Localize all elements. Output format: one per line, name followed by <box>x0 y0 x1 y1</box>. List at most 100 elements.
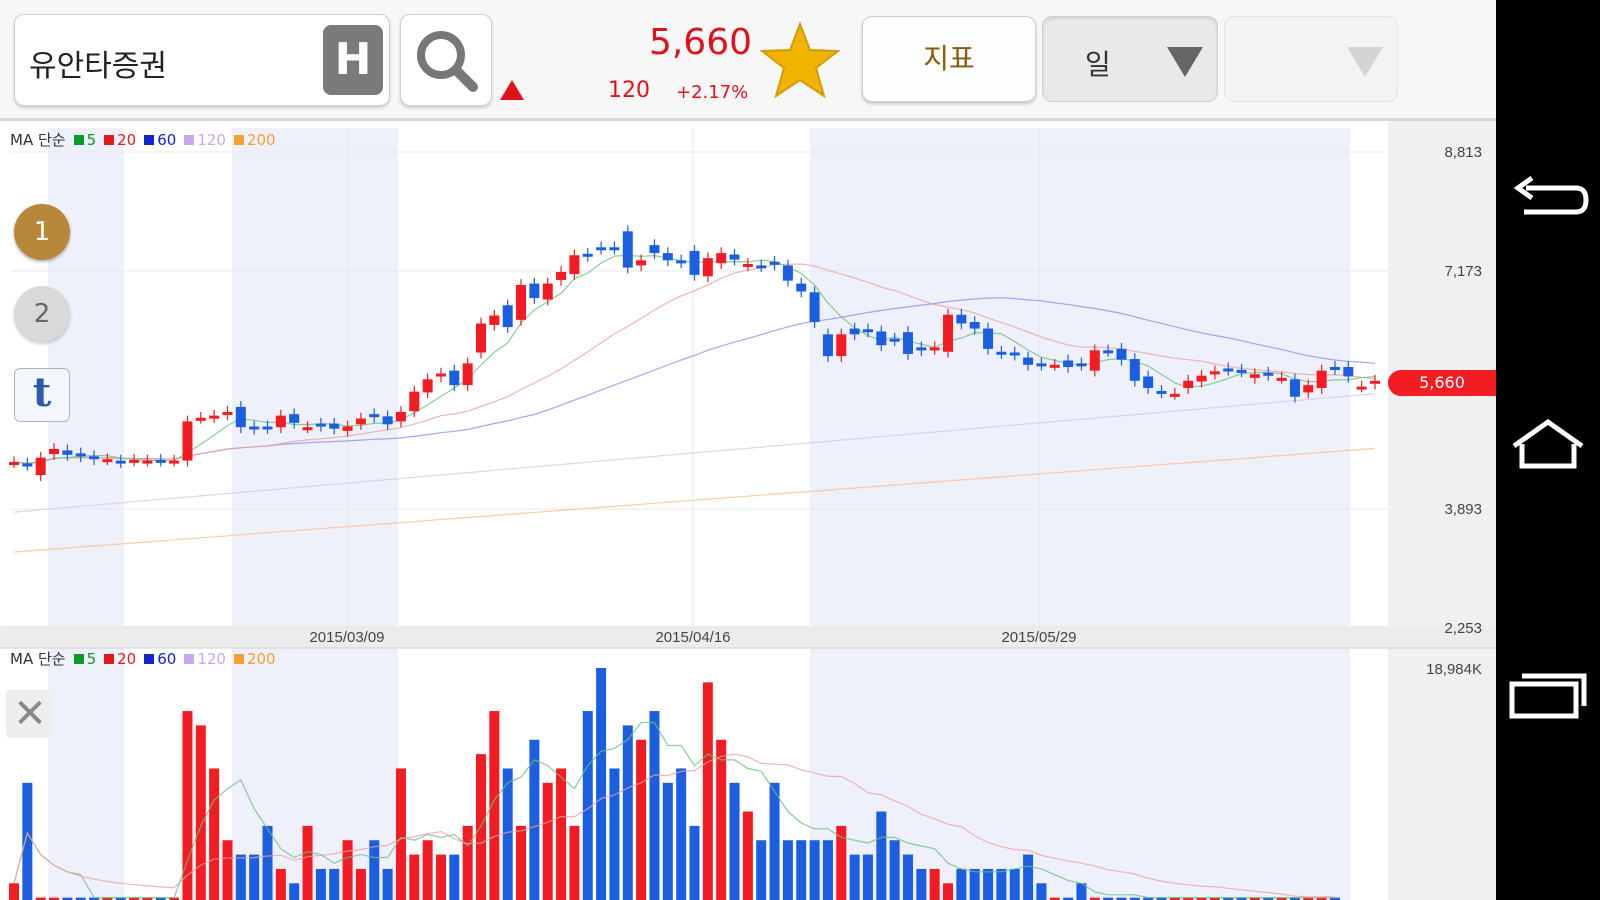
volume-bar <box>1036 883 1047 900</box>
volume-bar <box>729 782 740 900</box>
candle-body <box>1129 359 1140 381</box>
candle-body <box>596 247 607 251</box>
back-icon[interactable] <box>1506 168 1590 238</box>
layout-1-button[interactable]: 1 <box>14 204 70 260</box>
y-tick-label: 2,253 <box>1444 620 1482 637</box>
volume-bar <box>702 682 713 900</box>
candle-body <box>222 411 233 415</box>
volume-max-label: 18,984K <box>1426 661 1482 678</box>
legend-ma-60: 60 <box>157 131 177 149</box>
volume-bar <box>542 782 553 900</box>
legend-ma-60: 60 <box>157 650 177 668</box>
volume-bar <box>822 840 833 900</box>
layout-2-button[interactable]: 2 <box>14 286 70 342</box>
volume-bar <box>569 825 580 900</box>
price-change-percent: +2.17% <box>676 82 749 103</box>
candle-body <box>102 459 113 463</box>
candle-body <box>249 426 260 430</box>
legend-ma-5: 5 <box>86 650 97 668</box>
candle-body <box>502 305 513 328</box>
volume-bar <box>862 854 873 900</box>
volume-bar <box>209 768 220 900</box>
volume-bar <box>435 854 446 900</box>
candle-body <box>649 245 660 254</box>
volume-bar <box>676 768 687 900</box>
candle-body <box>489 315 500 325</box>
candle-body <box>35 457 46 476</box>
close-volume-panel-button[interactable]: ✕ <box>6 690 54 738</box>
legend-swatch <box>73 135 84 145</box>
stock-chart[interactable]: 8,813 7,173 3,893 2,253 2015/03/09 2015/04/16… <box>0 121 1496 900</box>
candle-body <box>1036 363 1047 367</box>
candle-body <box>822 334 833 357</box>
legend-ma-label: MA 단순 <box>10 131 66 149</box>
candle-body <box>1223 368 1234 372</box>
volume-bar <box>195 725 206 900</box>
candle-body <box>449 370 460 386</box>
volume-bar <box>222 840 233 900</box>
candle-body <box>1370 380 1380 384</box>
volume-bar <box>689 825 700 900</box>
volume-bar <box>395 768 406 900</box>
app-window: 유안타증권 H 5,660 120 +2.17% 지표 일 8,813 7,173… <box>0 0 1496 900</box>
y-tick-label: 7,173 <box>1444 263 1482 280</box>
volume-bar <box>289 883 300 900</box>
price-ma-legend: MA 단순 5 20 60 120 200 <box>10 129 276 150</box>
candle-body <box>9 462 19 466</box>
candle-body <box>529 283 540 299</box>
volume-bar <box>756 840 767 900</box>
volume-bar <box>622 725 633 900</box>
candle-body <box>195 417 206 421</box>
candle-body <box>129 459 140 463</box>
volume-bar <box>9 883 19 900</box>
legend-swatch <box>184 654 195 664</box>
twitter-share-button[interactable]: t <box>14 368 70 422</box>
volume-bar <box>809 840 820 900</box>
candle-body <box>1023 357 1034 365</box>
volume-bar <box>355 868 366 900</box>
candle-body <box>1089 350 1100 371</box>
candle-body <box>622 231 633 268</box>
candle-body <box>929 347 940 351</box>
legend-swatch <box>233 654 244 664</box>
recent-apps-icon[interactable] <box>1506 660 1590 730</box>
candle-body <box>1143 376 1154 389</box>
stock-search-box[interactable]: 유안타증권 H <box>14 14 390 106</box>
history-button[interactable]: H <box>323 25 383 95</box>
candle-body <box>462 363 473 386</box>
legend-swatch <box>144 135 155 145</box>
volume-bar <box>969 868 980 900</box>
period-dropdown[interactable]: 일 <box>1042 16 1218 102</box>
stock-name-field[interactable]: 유안타증권 <box>29 41 167 85</box>
candle-body <box>1196 375 1207 382</box>
volume-bar <box>609 768 620 900</box>
candle-body <box>756 265 767 269</box>
candle-body <box>329 423 340 429</box>
candle-body <box>369 414 380 418</box>
x-axis-strip <box>0 626 1496 648</box>
secondary-dropdown[interactable] <box>1224 16 1398 102</box>
candle-body <box>422 379 433 393</box>
volume-bar <box>782 840 793 900</box>
volume-bar <box>342 840 353 900</box>
candle-body <box>1236 369 1247 373</box>
x-tick-label: 2015/04/16 <box>655 629 730 646</box>
candle-body <box>169 460 180 464</box>
indicator-button[interactable]: 지표 <box>862 16 1036 102</box>
favorite-star-icon[interactable] <box>760 20 840 100</box>
candle-body <box>209 415 220 419</box>
legend-ma-20: 20 <box>117 131 137 149</box>
home-icon[interactable] <box>1506 410 1590 480</box>
search-button[interactable] <box>400 14 492 106</box>
candle-body <box>1183 380 1194 389</box>
candle-body <box>1103 350 1114 354</box>
x-tick-label: 2015/05/29 <box>1001 629 1076 646</box>
candle-body <box>1329 366 1340 370</box>
volume-bar <box>849 854 860 900</box>
volume-bar <box>462 825 473 900</box>
candle-body <box>676 260 687 264</box>
legend-swatch <box>73 654 84 664</box>
volume-bar <box>476 754 487 900</box>
volume-bar <box>636 739 647 900</box>
candle-body <box>115 460 126 464</box>
